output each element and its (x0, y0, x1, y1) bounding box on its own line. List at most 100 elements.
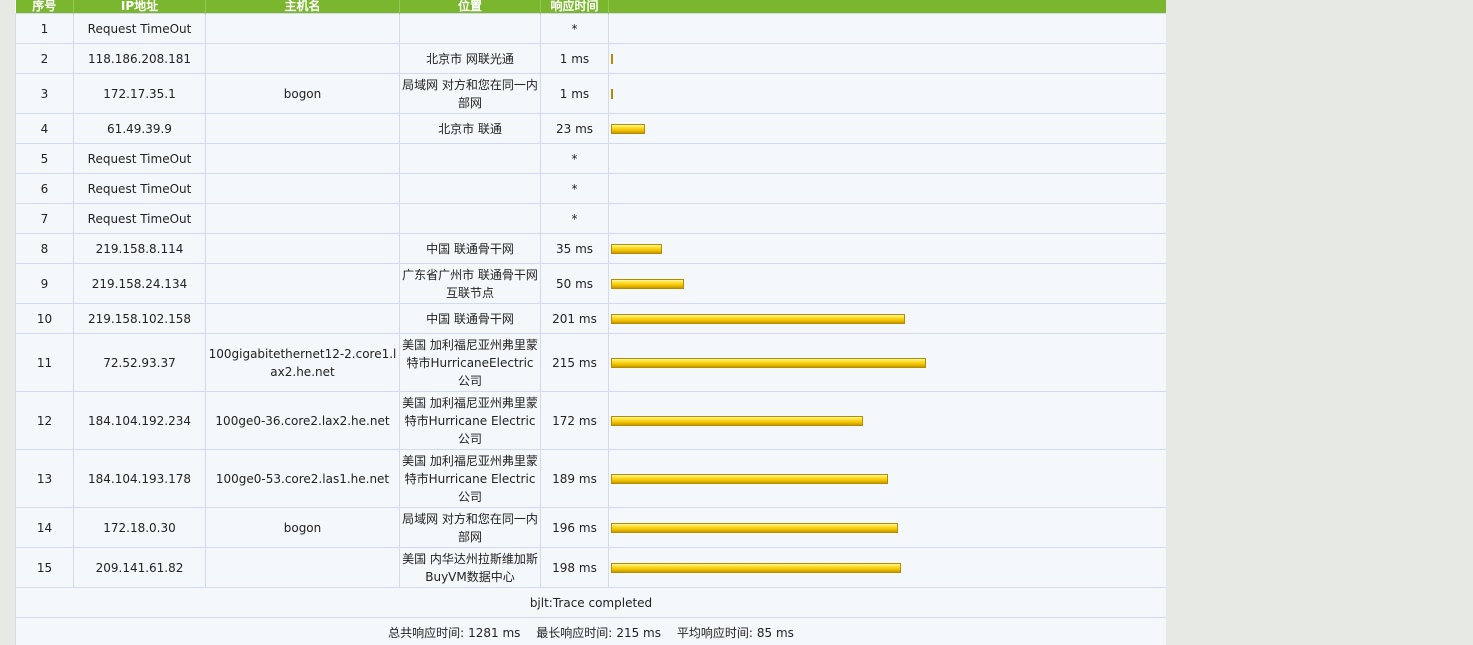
response-time-cell: 201 ms (540, 303, 609, 334)
response-time-cell: 35 ms (540, 233, 609, 264)
summary-avg: 平均响应时间: 85 ms (677, 626, 794, 640)
table-row: 2 118.186.208.181 北京市 网联光通 1 ms (15, 43, 1166, 74)
latency-bar-cell (608, 113, 1166, 144)
ip-address-cell: 172.17.35.1 (73, 73, 206, 114)
latency-bar-cell (608, 233, 1166, 264)
location-cell: 局域网 对方和您在同一内部网 (399, 73, 541, 114)
table-row: 1 Request TimeOut * (15, 13, 1166, 44)
response-time-cell: 189 ms (540, 449, 609, 508)
hop-number-cell: 12 (15, 391, 74, 450)
hop-number-cell: 8 (15, 233, 74, 264)
table-row: 9 219.158.24.134 广东省广州市 联通骨干网互联节点 50 ms (15, 263, 1166, 304)
latency-bar-cell (608, 391, 1166, 450)
latency-bar-cell (608, 13, 1166, 44)
hop-number-cell: 1 (15, 13, 74, 44)
hop-number-cell: 9 (15, 263, 74, 304)
trace-table: 序号 IP地址 主机名 位置 响应时间 1 Request TimeOut * 2 11… (15, 0, 1166, 645)
ip-address-cell: 118.186.208.181 (73, 43, 206, 74)
latency-bar (611, 243, 662, 254)
response-time-cell: * (540, 173, 609, 204)
hop-number-cell: 15 (15, 547, 74, 588)
ip-address-cell: 61.49.39.9 (73, 113, 206, 144)
latency-bar (611, 53, 613, 64)
table-row: 4 61.49.39.9 北京市 联通 23 ms (15, 113, 1166, 144)
hostname-cell (205, 143, 400, 174)
ip-address-cell: Request TimeOut (73, 173, 206, 204)
trace-results-panel: 序号 IP地址 主机名 位置 响应时间 1 Request TimeOut * 2 11… (15, 0, 1166, 645)
hop-number-cell: 5 (15, 143, 74, 174)
hop-number-cell: 14 (15, 507, 74, 548)
response-time-cell: 1 ms (540, 73, 609, 114)
response-time-cell: 172 ms (540, 391, 609, 450)
response-time-cell: 50 ms (540, 263, 609, 304)
hostname-cell (205, 233, 400, 264)
latency-bar (611, 522, 898, 533)
location-cell: 中国 联通骨干网 (399, 303, 541, 334)
total-value: 1281 ms (468, 625, 521, 640)
table-row: 6 Request TimeOut * (15, 173, 1166, 204)
location-cell: 美国 加利福尼亚州弗里蒙特市HurricaneElectric公司 (399, 333, 541, 392)
table-row: 7 Request TimeOut * (15, 203, 1166, 234)
latency-bar-cell (608, 303, 1166, 334)
hostname-cell: 100gigabitethernet12-2.core1.lax2.he.net (205, 333, 400, 392)
ip-address-cell: 184.104.192.234 (73, 391, 206, 450)
trace-status-row: bjlt:Trace completed (15, 587, 1166, 618)
latency-bar-cell (608, 203, 1166, 234)
hostname-cell: 100ge0-53.core2.las1.he.net (205, 449, 400, 508)
ip-address-cell: 184.104.193.178 (73, 449, 206, 508)
hop-number-cell: 10 (15, 303, 74, 334)
location-cell (399, 203, 541, 234)
response-time-cell: 196 ms (540, 507, 609, 548)
location-cell: 局域网 对方和您在同一内部网 (399, 507, 541, 548)
latency-bar (611, 123, 645, 134)
latency-bar (611, 88, 613, 99)
header-bar (608, 0, 1166, 14)
ip-address-cell: Request TimeOut (73, 13, 206, 44)
response-time-cell: * (540, 13, 609, 44)
trace-status: bjlt:Trace completed (15, 587, 1166, 618)
latency-bar-cell (608, 263, 1166, 304)
ip-address-cell: 219.158.8.114 (73, 233, 206, 264)
hostname-cell (205, 43, 400, 74)
latency-bar-cell (608, 333, 1166, 392)
max-value: 215 ms (616, 625, 661, 640)
table-row: 5 Request TimeOut * (15, 143, 1166, 174)
latency-bar (611, 278, 684, 289)
total-label: 总共响应时间: (388, 625, 465, 640)
hostname-cell: bogon (205, 73, 400, 114)
ip-address-cell: 219.158.102.158 (73, 303, 206, 334)
latency-bar-cell (608, 507, 1166, 548)
avg-label: 平均响应时间: (676, 625, 753, 640)
table-row: 15 209.141.61.82 美国 内华达州拉斯维加斯BuyVM数据中心 198 … (15, 547, 1166, 588)
summary-row: 总共响应时间: 1281 ms 最长响应时间: 215 ms 平均响应时间: 85 m… (15, 617, 1166, 645)
location-cell: 广东省广州市 联通骨干网互联节点 (399, 263, 541, 304)
latency-bar (611, 562, 901, 573)
latency-bar (611, 415, 863, 426)
location-cell: 美国 加利福尼亚州弗里蒙特市Hurricane Electric公司 (399, 391, 541, 450)
hop-number-cell: 4 (15, 113, 74, 144)
response-time-cell: 198 ms (540, 547, 609, 588)
hop-number-cell: 13 (15, 449, 74, 508)
summary-total: 总共响应时间: 1281 ms (388, 626, 520, 640)
header-hostname: 主机名 (205, 0, 400, 14)
location-cell: 北京市 网联光通 (399, 43, 541, 74)
location-cell: 中国 联通骨干网 (399, 233, 541, 264)
table-row: 12 184.104.192.234 100ge0-36.core2.lax2.he… (15, 391, 1166, 450)
response-time-cell: 1 ms (540, 43, 609, 74)
ip-address-cell: Request TimeOut (73, 203, 206, 234)
location-cell: 美国 内华达州拉斯维加斯BuyVM数据中心 (399, 547, 541, 588)
hostname-cell: 100ge0-36.core2.lax2.he.net (205, 391, 400, 450)
location-cell (399, 13, 541, 44)
hostname-cell (205, 547, 400, 588)
table-row: 3 172.17.35.1 bogon 局域网 对方和您在同一内部网 1 ms (15, 73, 1166, 114)
table-row: 13 184.104.193.178 100ge0-53.core2.las1.he… (15, 449, 1166, 508)
response-time-cell: 23 ms (540, 113, 609, 144)
hostname-cell (205, 13, 400, 44)
location-cell: 北京市 联通 (399, 113, 541, 144)
latency-bar (611, 313, 905, 324)
location-cell: 美国 加利福尼亚州弗里蒙特市Hurricane Electric公司 (399, 449, 541, 508)
ip-address-cell: 172.18.0.30 (73, 507, 206, 548)
hop-number-cell: 11 (15, 333, 74, 392)
hostname-cell (205, 203, 400, 234)
latency-bar-cell (608, 449, 1166, 508)
